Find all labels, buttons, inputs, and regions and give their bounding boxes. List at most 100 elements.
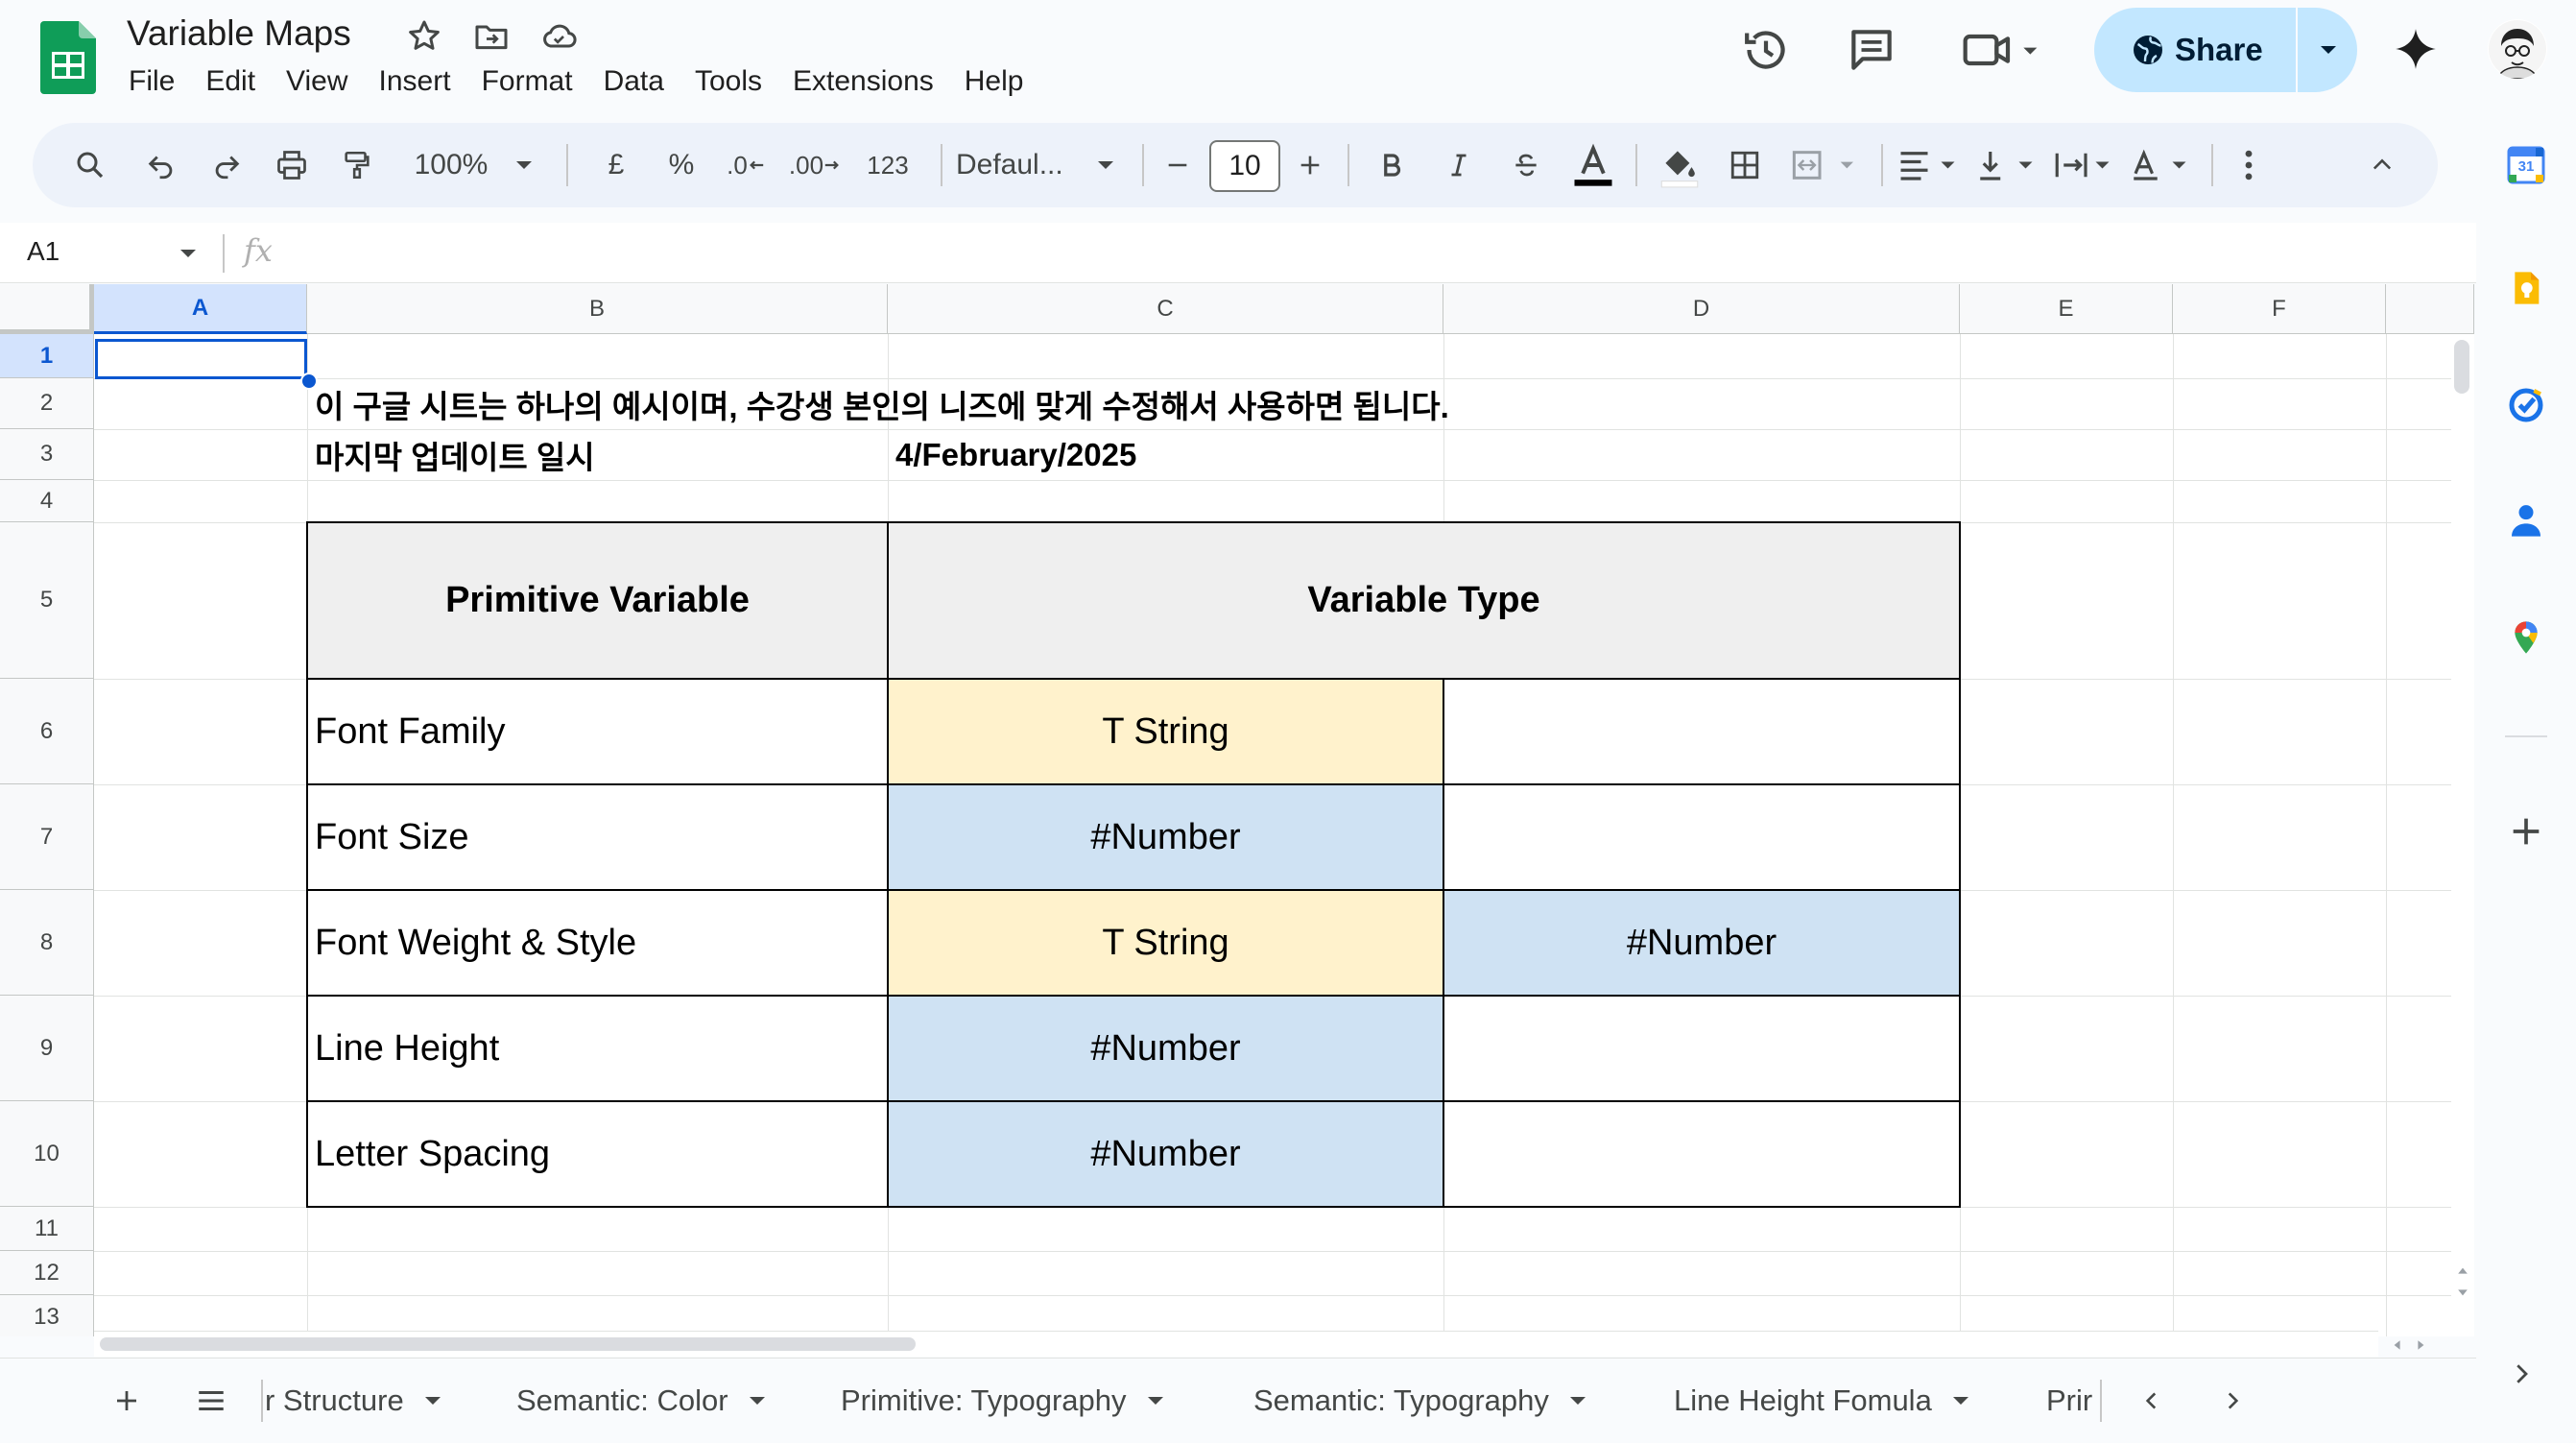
all-sheets-menu-icon[interactable] xyxy=(190,1359,232,1443)
calendar-icon[interactable]: 31 xyxy=(2507,146,2545,184)
table-row-type1[interactable]: #Number xyxy=(888,784,1443,890)
table-row-variable[interactable]: Font Weight & Style xyxy=(307,890,888,996)
collapse-toolbar-icon[interactable] xyxy=(2353,123,2411,207)
table-header-variable-type[interactable]: Variable Type xyxy=(888,522,1960,679)
expand-side-panel-icon[interactable] xyxy=(2507,1359,2545,1398)
table-row-type2[interactable] xyxy=(1443,679,1960,784)
column-header-g[interactable] xyxy=(2386,284,2474,334)
spreadsheet-grid[interactable]: A B C D E F 1 2 3 4 5 6 7 8 9 10 11 12 1… xyxy=(0,284,2474,1336)
cell-b2-notice[interactable]: 이 구글 시트는 하나의 예시이며, 수강생 본인의 니즈에 맞게 수정해서 사… xyxy=(307,378,1449,429)
fill-handle[interactable] xyxy=(300,373,318,390)
table-row-type2[interactable] xyxy=(1443,784,1960,890)
strikethrough-icon[interactable] xyxy=(1499,123,1553,207)
zoom-chevron-down-icon[interactable] xyxy=(507,123,541,207)
menu-data[interactable]: Data xyxy=(588,61,680,104)
tab-chevron-down-icon[interactable] xyxy=(1146,1391,1165,1410)
share-dropdown-button[interactable] xyxy=(2296,8,2359,92)
merge-cells-icon[interactable] xyxy=(1781,123,1868,207)
print-icon[interactable] xyxy=(263,123,321,207)
tab-chevron-down-icon[interactable] xyxy=(423,1391,442,1410)
fill-color-icon[interactable] xyxy=(1649,123,1710,207)
redo-icon[interactable] xyxy=(198,123,255,207)
row-header-8[interactable]: 8 xyxy=(0,890,94,996)
more-formats-button[interactable]: 123 xyxy=(852,123,923,207)
decrease-decimal-button[interactable]: .0 xyxy=(716,123,775,207)
currency-format-button[interactable]: £ xyxy=(589,123,643,207)
row-header-11[interactable]: 11 xyxy=(0,1207,94,1251)
sheet-tab-primitive-truncated[interactable]: Prir xyxy=(2046,1359,2102,1443)
table-row-type1[interactable]: T String xyxy=(888,890,1443,996)
table-row-variable[interactable]: Font Family xyxy=(307,679,888,784)
row-header-5[interactable]: 5 xyxy=(0,522,94,679)
table-row-type2[interactable] xyxy=(1443,996,1960,1101)
menu-view[interactable]: View xyxy=(271,61,363,104)
percent-format-button[interactable]: % xyxy=(655,123,708,207)
sheet-tab-line-height-formula[interactable]: Line Height Fomula xyxy=(1674,1359,1970,1443)
vertical-scrollbar[interactable] xyxy=(2451,334,2474,1333)
column-header-b[interactable]: B xyxy=(307,284,888,334)
tasks-icon[interactable] xyxy=(2507,386,2545,424)
column-header-e[interactable]: E xyxy=(1960,284,2173,334)
horizontal-scrollbar[interactable] xyxy=(94,1331,2424,1357)
undo-icon[interactable] xyxy=(132,123,190,207)
scroll-up-icon[interactable] xyxy=(2457,1265,2469,1275)
italic-icon[interactable] xyxy=(1432,123,1486,207)
share-button[interactable]: Share xyxy=(2094,8,2294,92)
row-header-1[interactable]: 1 xyxy=(0,334,94,378)
font-chevron-down-icon[interactable] xyxy=(1086,123,1125,207)
vertical-scroll-thumb[interactable] xyxy=(2454,340,2469,394)
row-header-2[interactable]: 2 xyxy=(0,378,94,429)
table-row-type2[interactable] xyxy=(1443,1101,1960,1207)
comments-icon[interactable] xyxy=(1845,23,1898,77)
horizontal-align-icon[interactable] xyxy=(1895,123,1968,207)
add-icon[interactable] xyxy=(2507,812,2545,851)
font-family-select[interactable]: Defaul... xyxy=(952,123,1090,207)
table-row-type1[interactable]: #Number xyxy=(888,996,1443,1101)
row-header-6[interactable]: 6 xyxy=(0,679,94,784)
row-header-13[interactable]: 13 xyxy=(0,1295,94,1336)
sheet-tab-primitive-typography[interactable]: Primitive: Typography xyxy=(841,1359,1165,1443)
horizontal-scroll-thumb[interactable] xyxy=(100,1337,916,1351)
increase-font-size-icon[interactable] xyxy=(1286,123,1334,207)
zoom-select[interactable]: 100% xyxy=(403,123,499,207)
scroll-tabs-right-icon[interactable] xyxy=(2213,1359,2252,1443)
contacts-icon[interactable] xyxy=(2507,501,2545,540)
scroll-down-icon[interactable] xyxy=(2457,1288,2469,1298)
menu-file[interactable]: File xyxy=(113,61,190,104)
bold-icon[interactable] xyxy=(1365,123,1419,207)
vertical-align-icon[interactable] xyxy=(1975,123,2042,207)
menu-help[interactable]: Help xyxy=(949,61,1039,104)
sheets-logo-icon[interactable] xyxy=(40,21,96,94)
row-header-9[interactable]: 9 xyxy=(0,996,94,1101)
more-options-icon[interactable] xyxy=(2225,123,2273,207)
cloud-saved-icon[interactable] xyxy=(539,17,578,56)
scroll-tabs-left-icon[interactable] xyxy=(2133,1359,2171,1443)
add-sheet-icon[interactable] xyxy=(106,1359,148,1443)
table-row-variable[interactable]: Font Size xyxy=(307,784,888,890)
table-row-variable[interactable]: Letter Spacing xyxy=(307,1101,888,1207)
menu-format[interactable]: Format xyxy=(466,61,588,104)
decrease-font-size-icon[interactable] xyxy=(1156,123,1200,207)
menu-insert[interactable]: Insert xyxy=(364,61,466,104)
cell-b3-last-updated-label[interactable]: 마지막 업데이트 일시 xyxy=(307,429,595,480)
gemini-icon[interactable] xyxy=(2392,25,2440,73)
table-row-type1[interactable]: #Number xyxy=(888,1101,1443,1207)
menu-extensions[interactable]: Extensions xyxy=(777,61,949,104)
font-size-input[interactable]: 10 xyxy=(1209,140,1280,192)
row-header-7[interactable]: 7 xyxy=(0,784,94,890)
name-box[interactable]: A1 xyxy=(27,236,60,267)
cell-c3-last-updated-value[interactable]: 4/February/2025 xyxy=(888,429,1136,480)
sheet-tab-structure[interactable]: r Structure xyxy=(265,1359,442,1443)
table-header-primitive-variable[interactable]: Primitive Variable xyxy=(307,522,888,679)
text-color-icon[interactable] xyxy=(1564,123,1622,207)
column-header-c[interactable]: C xyxy=(888,284,1443,334)
maps-icon[interactable] xyxy=(2507,618,2545,657)
table-row-variable[interactable]: Line Height xyxy=(307,996,888,1101)
meet-icon[interactable] xyxy=(1958,23,2044,77)
increase-decimal-button[interactable]: .00 xyxy=(781,123,848,207)
row-header-3[interactable]: 3 xyxy=(0,429,94,480)
row-header-4[interactable]: 4 xyxy=(0,480,94,522)
row-header-10[interactable]: 10 xyxy=(0,1101,94,1207)
table-row-type1[interactable]: T String xyxy=(888,679,1443,784)
table-row-type2[interactable]: #Number xyxy=(1443,890,1960,996)
